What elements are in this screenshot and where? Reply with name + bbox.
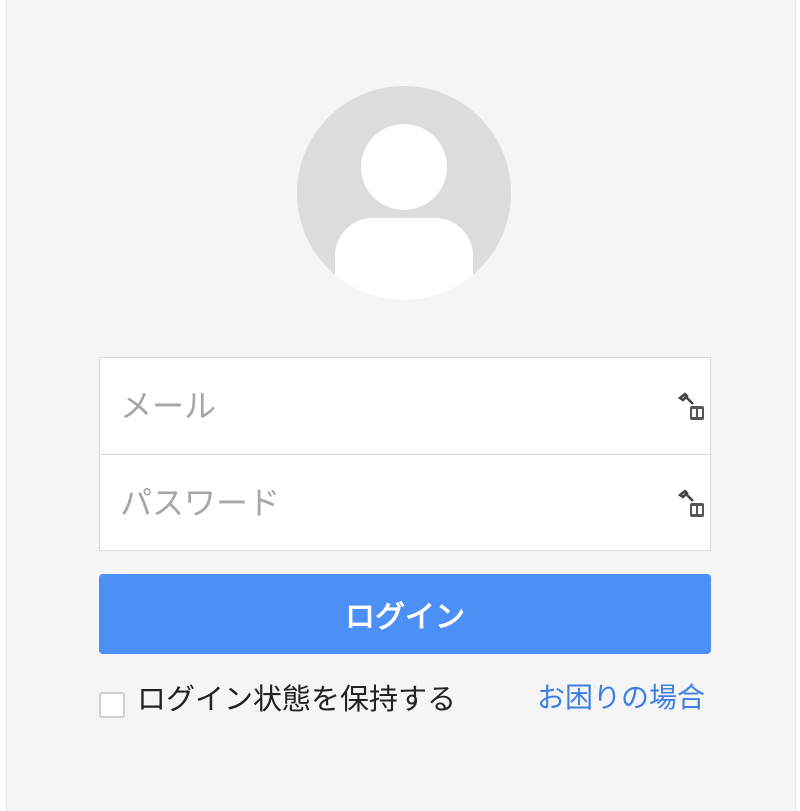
avatar-body: [335, 218, 473, 300]
key-icon[interactable]: [676, 489, 706, 519]
credentials-field-group: [99, 357, 711, 551]
avatar-head: [361, 124, 447, 210]
remember-label[interactable]: ログイン状態を保持する: [137, 676, 456, 718]
email-field[interactable]: [100, 358, 710, 454]
key-icon[interactable]: [676, 392, 706, 422]
help-link[interactable]: お困りの場合: [537, 676, 705, 716]
login-card: ログイン ログイン状態を保持する お困りの場合: [6, 0, 796, 811]
email-field-wrapper: [100, 358, 710, 454]
user-avatar-icon: [297, 86, 511, 300]
login-button[interactable]: ログイン: [99, 574, 711, 654]
password-field[interactable]: [100, 455, 710, 550]
remember-checkbox[interactable]: [99, 692, 125, 718]
password-field-wrapper: [100, 454, 710, 550]
